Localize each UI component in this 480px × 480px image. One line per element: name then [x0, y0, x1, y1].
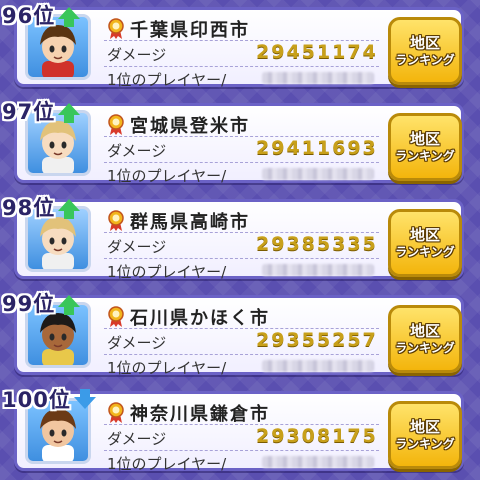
region-ranking-button[interactable]: 地区 ランキング: [388, 401, 462, 469]
damage-value: 29308175: [256, 425, 378, 447]
button-line2: ランキング: [395, 245, 455, 259]
divider: [104, 66, 379, 67]
region-ranking-button[interactable]: 地区 ランキング: [388, 113, 462, 181]
medal-icon: [108, 306, 124, 327]
rank-label: 99位: [2, 292, 56, 316]
region-name: 神奈川県鎌倉市: [130, 404, 270, 425]
blurred-player-name: [262, 264, 374, 276]
region-ranking-button[interactable]: 地区 ランキング: [388, 305, 462, 373]
damage-value: 29411693: [256, 137, 378, 159]
medal-icon: [108, 18, 124, 39]
ranking-row: 96位 千葉県印西市 ダメージ 29451174 1位のプレイヤー/ 地区 ラン…: [0, 0, 480, 92]
medal-icon: [108, 114, 124, 135]
medal-icon: [108, 402, 124, 423]
rank-number: 96位: [2, 2, 81, 28]
divider: [104, 162, 379, 163]
button-line1: 地区: [409, 322, 440, 340]
top-player-label: 1位のプレイヤー/: [107, 263, 227, 281]
arrow-down-icon: [73, 389, 96, 409]
arrow-up-icon: [58, 295, 81, 315]
button-line1: 地区: [409, 418, 440, 436]
damage-value: 29385335: [256, 233, 378, 255]
damage-label: ダメージ: [107, 430, 167, 448]
damage-value: 29355257: [256, 329, 378, 351]
divider: [104, 328, 379, 329]
blurred-player-name: [262, 360, 374, 372]
rank-number: 98位: [2, 194, 81, 220]
ranking-row: 98位 群馬県高崎市 ダメージ 29385335 1位のプレイヤー/ 地区 ラン…: [0, 192, 480, 284]
region-name: 石川県かほく市: [130, 308, 270, 329]
button-line1: 地区: [409, 34, 440, 52]
arrow-up-icon: [58, 103, 81, 123]
damage-value: 29451174: [256, 41, 378, 63]
damage-label: ダメージ: [107, 238, 167, 256]
divider: [104, 354, 379, 355]
medal-icon: [108, 210, 124, 231]
top-player-label: 1位のプレイヤー/: [107, 455, 227, 473]
blurred-player-name: [262, 168, 374, 180]
rank-label: 100位: [2, 388, 71, 412]
rank-label: 96位: [2, 4, 56, 28]
damage-label: ダメージ: [107, 142, 167, 160]
ranking-list: 96位 千葉県印西市 ダメージ 29451174 1位のプレイヤー/ 地区 ラン…: [0, 0, 480, 480]
arrow-up-icon: [58, 7, 81, 27]
region-ranking-button[interactable]: 地区 ランキング: [388, 17, 462, 85]
rank-label: 97位: [2, 100, 56, 124]
button-line2: ランキング: [395, 437, 455, 451]
divider: [104, 258, 379, 259]
top-player-label: 1位のプレイヤー/: [107, 71, 227, 89]
button-line2: ランキング: [395, 53, 455, 67]
button-line2: ランキング: [395, 149, 455, 163]
damage-label: ダメージ: [107, 334, 167, 352]
divider: [104, 450, 379, 451]
damage-label: ダメージ: [107, 46, 167, 64]
divider: [104, 424, 379, 425]
button-line1: 地区: [409, 130, 440, 148]
blurred-player-name: [262, 456, 374, 468]
ranking-row: 97位 宮城県登米市 ダメージ 29411693 1位のプレイヤー/ 地区 ラン…: [0, 96, 480, 188]
ranking-row: 99位 石川県かほく市 ダメージ 29355257 1位のプレイヤー/ 地区 ラ…: [0, 288, 480, 380]
rank-label: 98位: [2, 196, 56, 220]
region-name: 群馬県高崎市: [130, 212, 250, 233]
blurred-player-name: [262, 72, 374, 84]
rank-number: 97位: [2, 98, 81, 124]
divider: [104, 40, 379, 41]
button-line2: ランキング: [395, 341, 455, 355]
divider: [104, 232, 379, 233]
arrow-up-icon: [58, 199, 81, 219]
button-line1: 地区: [409, 226, 440, 244]
rank-number: 100位: [2, 386, 96, 412]
rank-number: 99位: [2, 290, 81, 316]
ranking-row: 100位 神奈川県鎌倉市 ダメージ 29308175 1位のプレイヤー/ 地区 …: [0, 384, 480, 476]
divider: [104, 136, 379, 137]
region-name: 宮城県登米市: [130, 116, 250, 137]
region-ranking-button[interactable]: 地区 ランキング: [388, 209, 462, 277]
region-name: 千葉県印西市: [130, 20, 250, 41]
top-player-label: 1位のプレイヤー/: [107, 167, 227, 185]
top-player-label: 1位のプレイヤー/: [107, 359, 227, 377]
